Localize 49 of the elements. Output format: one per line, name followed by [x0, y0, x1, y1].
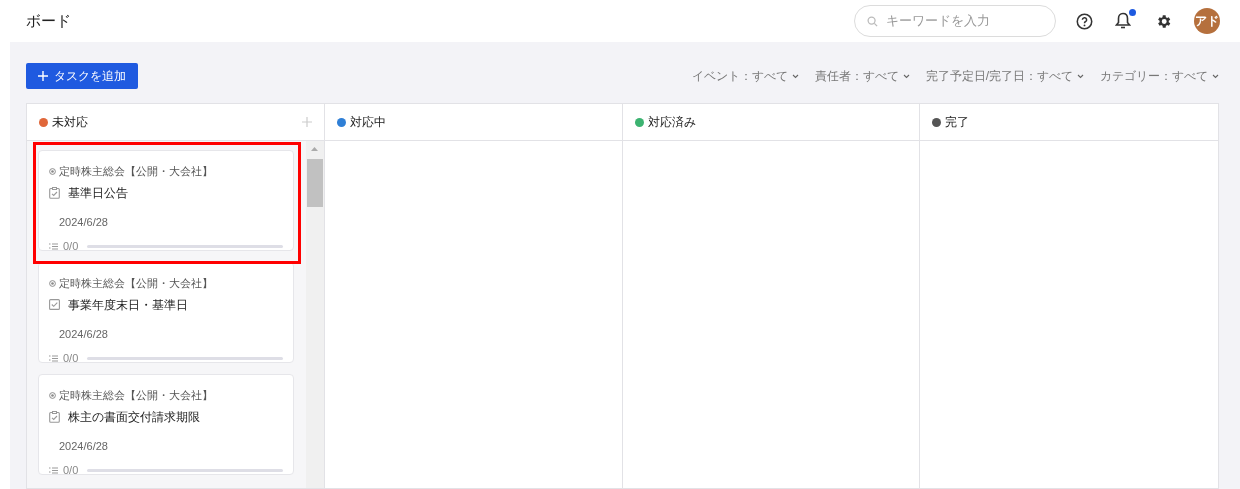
column-title: 対応中 [349, 114, 386, 131]
chevron-down-icon [791, 73, 799, 79]
due-date: 2024/6/28 [59, 214, 109, 230]
bell-icon[interactable] [1115, 12, 1131, 30]
subtask-icon [49, 354, 58, 362]
subtask-count: 0/0 [63, 239, 79, 254]
scroll-up-icon[interactable] [311, 147, 319, 151]
filter-dropdown[interactable]: 完了予定日/完了日：すべて [925, 67, 1084, 85]
task-title: 事業年度末日・基準日 [68, 296, 188, 314]
task-title: 基準日公告 [68, 184, 128, 202]
event-icon [49, 167, 56, 175]
filter-dropdown[interactable]: カテゴリー：すべて [1100, 67, 1219, 85]
add-icon[interactable] [301, 117, 312, 127]
column-title: 完了 [945, 114, 970, 131]
add-task-button[interactable]: タスクを追加 [26, 63, 138, 89]
settings-icon[interactable] [1155, 12, 1172, 30]
search-input[interactable]: キーワードを入力 [886, 11, 1043, 31]
event-icon [49, 279, 56, 287]
event-icon [49, 391, 56, 399]
page-title: ボード [26, 10, 71, 31]
search-icon [867, 15, 878, 27]
event-name: 定時株主総会【公開・大会社】 [59, 388, 213, 403]
clipboard-check-icon [49, 186, 60, 199]
event-name: 定時株主総会【公開・大会社】 [59, 276, 213, 291]
clipboard-check-icon [49, 410, 60, 423]
subtask-icon [49, 242, 58, 250]
chevron-down-icon [1077, 73, 1084, 79]
task-title: 株主の書面交付請求期限 [68, 408, 200, 426]
user-avatar[interactable]: アド [1194, 8, 1220, 34]
due-date: 2024/6/28 [59, 438, 109, 454]
due-date: 2024/6/28 [59, 326, 109, 342]
chevron-down-icon [1212, 73, 1219, 79]
scrollbar-thumb[interactable] [306, 159, 323, 207]
filter-dropdown[interactable]: 責任者：すべて [814, 67, 910, 85]
checkbox-icon [49, 299, 60, 310]
task-card[interactable]: 定時株主総会【公開・大会社】 基準日公告 2024/6/28 0/0 [38, 150, 294, 251]
task-card[interactable]: 定時株主総会【公開・大会社】 事業年度末日・基準日 2024/6/28 0/0 [38, 262, 294, 363]
subtask-icon [49, 466, 58, 474]
subtask-count: 0/0 [63, 463, 79, 478]
subtask-count: 0/0 [63, 351, 79, 366]
help-icon[interactable] [1076, 12, 1093, 30]
filter-dropdown[interactable]: イベント：すべて [691, 67, 799, 85]
scrollbar[interactable] [305, 141, 324, 488]
task-card[interactable]: 定時株主総会【公開・大会社】 株主の書面交付請求期限 2024/6/28 0/0 [38, 374, 294, 475]
column-title: 未対応 [52, 114, 88, 131]
column-title: 対応済み [647, 114, 696, 131]
plus-icon [38, 71, 48, 81]
chevron-down-icon [902, 73, 910, 79]
event-name: 定時株主総会【公開・大会社】 [59, 164, 213, 179]
